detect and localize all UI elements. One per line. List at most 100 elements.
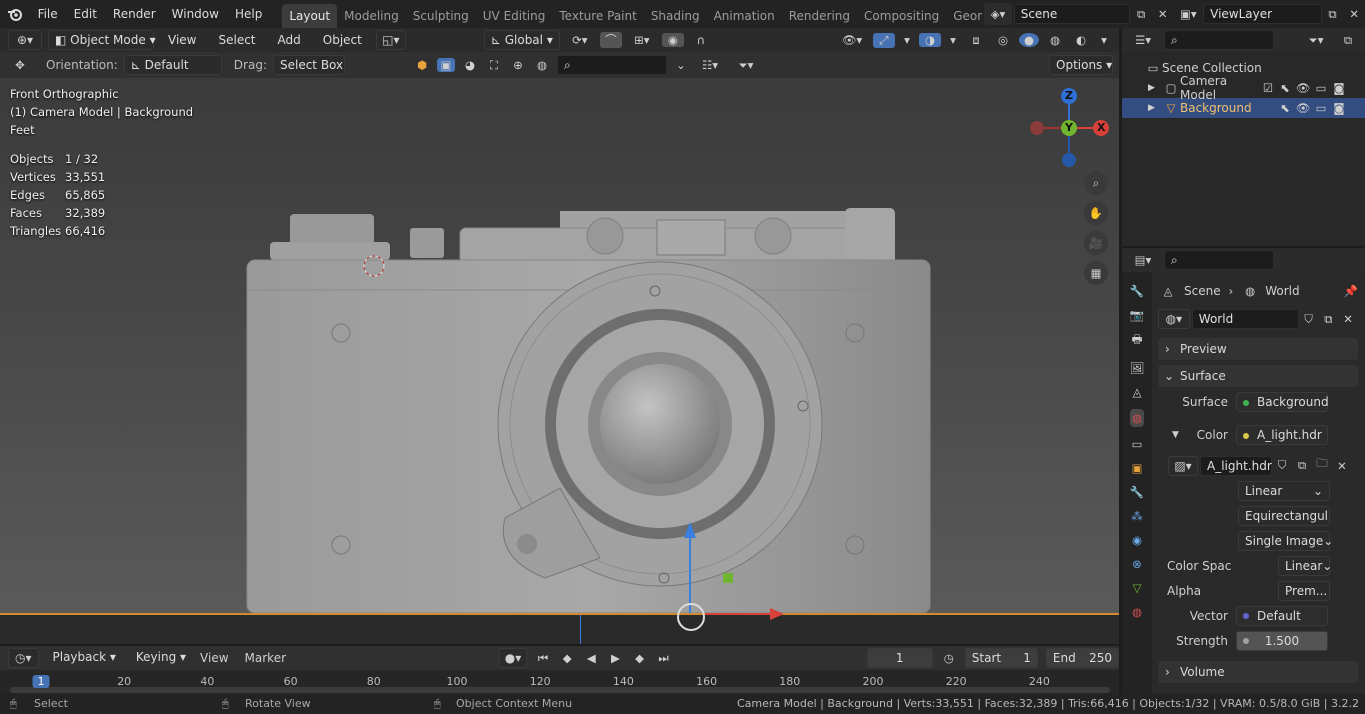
3d-viewport[interactable]: Front Orthographic (1) Camera Model | Ba… (0, 78, 1119, 613)
vector-field[interactable]: Default (1236, 605, 1328, 626)
tab-modeling[interactable]: Modeling (337, 4, 406, 28)
camera-model[interactable] (0, 78, 1119, 613)
gizmo-dropdown-icon[interactable]: ▾ (901, 33, 913, 47)
exclude-checkbox-icon[interactable]: ☑ (1260, 81, 1276, 95)
tab-geometry-nodes[interactable]: Geometry Noc (946, 4, 982, 28)
menu-view[interactable]: View (160, 28, 204, 52)
menu-edit[interactable]: Edit (66, 0, 105, 28)
new-collection-icon[interactable]: ⧉ (1337, 33, 1359, 48)
start-frame-field[interactable]: Start 1 (964, 648, 1038, 668)
view-layer-tab-icon[interactable]: 🖼 (1130, 361, 1145, 375)
ortho-grid-icon[interactable]: ▦ (1084, 261, 1108, 285)
tab-sculpting[interactable]: Sculpting (406, 4, 476, 28)
render-tab-icon[interactable]: 📷 (1130, 308, 1144, 322)
menu-select[interactable]: Select (210, 28, 263, 52)
proportional-icon[interactable]: ◉ (661, 33, 684, 47)
render-camera-icon[interactable]: ◙ (1330, 81, 1348, 95)
expand-arrow-icon[interactable]: ▶ (1148, 103, 1162, 113)
new-view-layer-icon[interactable]: ⧉ (1322, 7, 1344, 22)
world-name-field[interactable]: World (1191, 309, 1299, 329)
render-camera-icon[interactable]: ◙ (1330, 101, 1348, 115)
material-shading-icon[interactable]: ◍ (1045, 33, 1065, 47)
xray-icon[interactable]: ⧈ (965, 33, 987, 48)
expand-down-icon[interactable]: ▼ (1172, 430, 1186, 440)
asset-search-input[interactable]: ⌕ (556, 55, 667, 75)
image-open-icon[interactable]: 🗀 (1312, 456, 1332, 475)
record-icon[interactable]: ●▾ (499, 648, 527, 668)
mode-dropdown[interactable]: ◧ Object Mode ▾ (48, 30, 156, 50)
select-arrow-icon[interactable]: ⬉ (1276, 81, 1294, 95)
drag-dropdown[interactable]: Select Box (272, 55, 345, 75)
falloff-icon[interactable]: ∩ (690, 33, 712, 47)
clock-icon[interactable]: ◷ (941, 651, 957, 665)
image-duplicate-icon[interactable]: ⧉ (1292, 458, 1312, 473)
pivot-icon[interactable]: ⟳▾ (566, 33, 594, 47)
fake-user-shield-icon[interactable]: ⛉ (1299, 312, 1319, 327)
view-layer-icon[interactable]: ▣▾ (1174, 7, 1204, 21)
filter-materials-icon[interactable]: ◍ (533, 58, 551, 72)
image-browse-icon[interactable]: ▨▾ (1168, 455, 1198, 476)
outliner-search-input[interactable]: ⌕ (1164, 30, 1274, 50)
collection-icon[interactable]: ◱▾ (375, 30, 406, 50)
color-filter-icon[interactable]: ⬢ (413, 58, 431, 72)
menu-add[interactable]: Add (270, 28, 309, 52)
menu-render[interactable]: Render (105, 0, 164, 28)
overlay-dropdown-icon[interactable]: ▾ (947, 33, 959, 47)
gizmo-toggle-icon[interactable]: ⤢ (873, 32, 895, 48)
collection-tab-icon[interactable]: ▭ (1132, 437, 1143, 451)
select-arrow-icon[interactable]: ⬉ (1276, 101, 1294, 115)
properties-editor-icon[interactable]: ▤▾ (1128, 253, 1158, 267)
tab-uv-editing[interactable]: UV Editing (476, 4, 553, 28)
jump-end-icon[interactable]: ⏭ (656, 651, 672, 666)
new-scene-icon[interactable]: ⧉ (1130, 7, 1152, 22)
duplicate-world-icon[interactable]: ⧉ (1318, 312, 1338, 327)
timeline-view-menu[interactable]: View (200, 651, 228, 665)
data-tab-icon[interactable]: ▽ (1133, 581, 1142, 595)
expand-arrow-icon[interactable]: ▶ (1148, 83, 1162, 93)
physics-tab-icon[interactable]: ◉ (1132, 533, 1142, 547)
scene-name-field[interactable]: Scene (1013, 4, 1131, 24)
view-layer-field[interactable]: ViewLayer (1203, 4, 1322, 24)
pin-icon[interactable]: 📌 (1344, 284, 1358, 298)
outliner-editor-icon[interactable]: ☰▾ (1128, 33, 1158, 47)
remove-scene-icon[interactable]: ✕ (1152, 7, 1174, 21)
editor-type-icon[interactable]: ⊕▾ (8, 30, 42, 50)
projection-dropdown[interactable]: Equirectangul⌄ (1238, 505, 1330, 526)
eye-icon[interactable]: 👁 (1294, 81, 1312, 95)
overlay-toggle-icon[interactable]: ◑ (919, 33, 941, 47)
select-filter-icon[interactable]: ▣ (436, 58, 455, 72)
modifier-tab-icon[interactable]: 🔧 (1130, 485, 1144, 499)
menu-file[interactable]: File (30, 0, 66, 28)
properties-search-input[interactable]: ⌕ (1164, 250, 1274, 270)
options-dropdown[interactable]: Options ▾ (1049, 55, 1113, 75)
orientation-dropdown[interactable]: ⊾ Default (123, 55, 222, 75)
visibility-icon[interactable]: 👁▾ (837, 33, 867, 47)
solid-shading-icon[interactable]: ● (1019, 33, 1039, 47)
constraints-tab-icon[interactable]: ⊗ (1132, 557, 1142, 571)
snap-target-icon[interactable]: ⊞▾ (628, 33, 656, 47)
next-keyframe-icon[interactable]: ◆ (631, 651, 647, 665)
tab-texture-paint[interactable]: Texture Paint (552, 4, 643, 28)
camera-view-icon[interactable]: 🎥 (1084, 231, 1108, 255)
snap-icon[interactable]: ⌒ (599, 32, 622, 48)
tab-layout[interactable]: Layout (282, 4, 338, 28)
source-dropdown[interactable]: Single Image ⌄ (1238, 530, 1333, 551)
menu-object[interactable]: Object (315, 28, 370, 52)
play-reverse-icon[interactable]: ◀ (583, 651, 599, 665)
sort-icon[interactable]: ☷▾ (695, 58, 725, 72)
filter-sphere-icon[interactable]: ◕ (461, 58, 479, 72)
preview-panel-header[interactable]: › Preview (1158, 338, 1358, 360)
timeline-marker-menu[interactable]: Marker (245, 651, 286, 665)
monitor-icon[interactable]: ▭ (1312, 101, 1330, 115)
material-tab-icon[interactable]: ◍ (1132, 605, 1142, 619)
keying-dropdown[interactable]: Keying ▾ (130, 648, 192, 668)
tool-tab-icon[interactable]: 🔧 (1130, 284, 1144, 298)
image-fake-user-icon[interactable]: ⛉ (1272, 458, 1292, 473)
outliner-item-camera-model[interactable]: ▶ ▢ Camera Model ☑ ⬉ 👁 ▭ ◙ (1122, 74, 1365, 102)
volume-panel-header[interactable]: › Volume (1158, 661, 1358, 683)
surface-panel-header[interactable]: ⌄ Surface (1158, 365, 1358, 387)
image-unlink-icon[interactable]: ✕ (1332, 459, 1352, 473)
filter-images-icon[interactable]: ⛶ (485, 58, 503, 73)
remove-view-layer-icon[interactable]: ✕ (1343, 7, 1365, 21)
current-frame-field[interactable]: 1 (866, 648, 933, 668)
